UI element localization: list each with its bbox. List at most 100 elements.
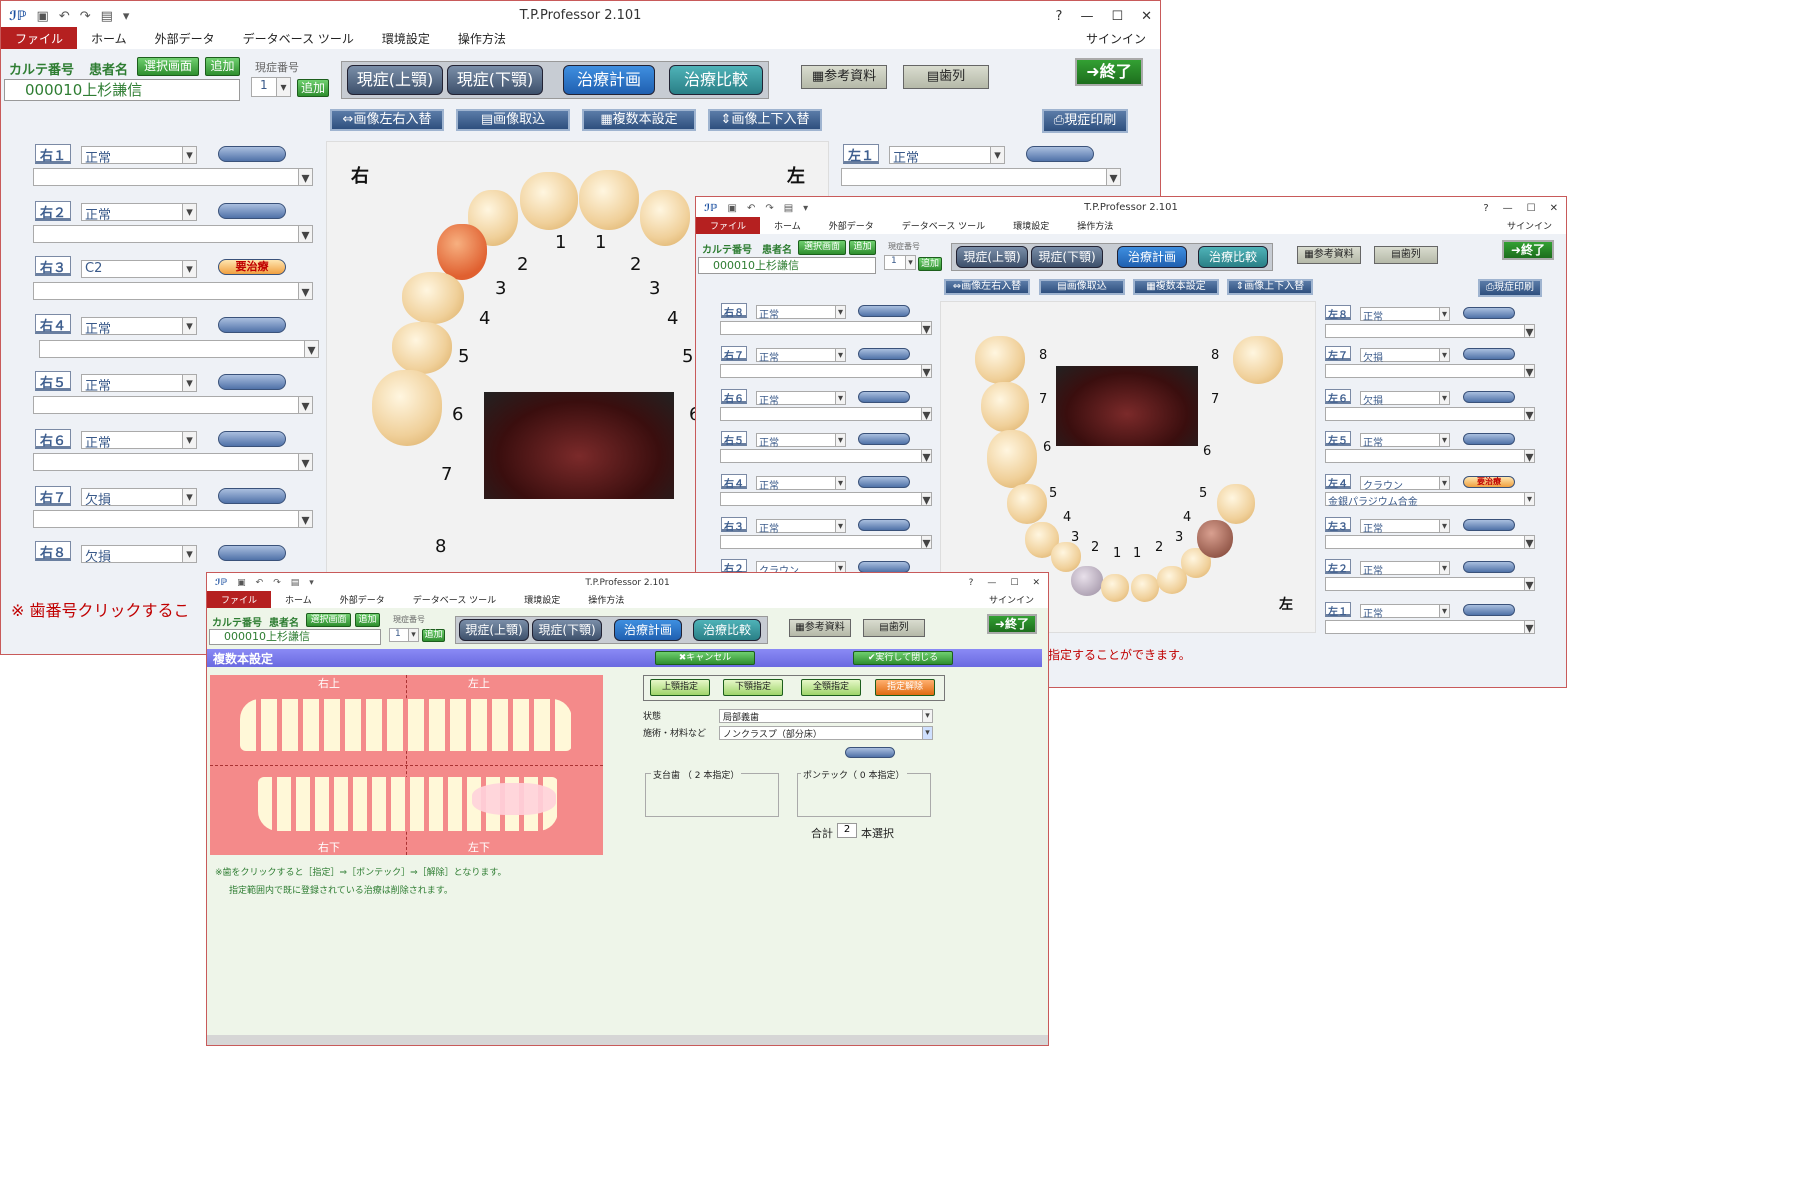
status-select[interactable]: 正常 ▾ — [81, 317, 197, 337]
tab-current-lower[interactable]: 現症(下顎) — [532, 619, 602, 641]
material-select[interactable]: ▾ — [720, 533, 932, 552]
chart-no-field[interactable]: 000010上杉謙信 — [209, 629, 381, 645]
tooth-number[interactable]: 4 — [479, 308, 490, 329]
tooth-number[interactable]: 5 — [1049, 486, 1057, 501]
material-select[interactable]: ノンクラスプ（部分床） ▾ — [719, 726, 933, 740]
tooth-number[interactable]: 4 — [1063, 510, 1071, 525]
tooth-r2b[interactable] — [640, 190, 690, 246]
status-select[interactable]: 正常 ▾ — [1360, 519, 1450, 535]
tab-current-lower[interactable]: 現症(下顎) — [1031, 246, 1103, 268]
tooth-number[interactable]: 7 — [1211, 392, 1219, 407]
tooth-r6[interactable] — [987, 430, 1037, 488]
menu-howto[interactable]: 操作方法 — [1063, 217, 1127, 234]
tooth-number[interactable]: 1 — [1113, 546, 1121, 561]
tooth-number[interactable]: 6 — [1203, 444, 1211, 459]
tooth-number[interactable]: 2 — [630, 254, 641, 275]
tooth-number[interactable]: 2 — [1091, 540, 1099, 555]
detail-button[interactable] — [1463, 604, 1515, 616]
status-select[interactable]: 正常 ▾ — [889, 146, 1005, 166]
detail-button[interactable] — [1463, 391, 1515, 403]
current-no-select[interactable]: 1 ▾ — [251, 77, 291, 97]
status-select[interactable]: 正常 ▾ — [81, 146, 197, 166]
tab-compare[interactable]: 治療比較 — [693, 619, 761, 641]
state-select[interactable]: 局部義歯 ▾ — [719, 709, 933, 723]
status-select[interactable]: 正常 ▾ — [756, 348, 846, 364]
print-button[interactable]: ⎙現症印刷 — [1042, 109, 1128, 133]
close-icon[interactable]: ✕ — [1550, 203, 1558, 214]
chart-no-field[interactable]: 000010上杉謙信 — [698, 257, 876, 274]
tooth-number[interactable]: 8 — [1039, 348, 1047, 363]
material-select[interactable]: 金銀パラジウム合金 ▾ — [1325, 492, 1535, 508]
select-screen-button[interactable]: 選択画面 — [306, 613, 351, 627]
material-select[interactable]: ▾ — [33, 282, 313, 301]
material-select[interactable]: ▾ — [33, 453, 313, 472]
menu-file[interactable]: ファイル — [207, 591, 272, 608]
swap-ud-button[interactable]: ⇕画像上下入替 — [708, 109, 822, 131]
detail-button[interactable] — [858, 391, 910, 403]
status-select[interactable]: 正常 ▾ — [81, 203, 197, 223]
tooth-r7[interactable] — [981, 382, 1029, 432]
menu-home[interactable]: ホーム — [77, 27, 141, 49]
teeth-button[interactable]: ▤歯列 — [863, 619, 925, 637]
detail-button[interactable] — [1463, 307, 1515, 319]
material-select[interactable]: ▾ — [841, 168, 1121, 187]
tab-current-upper[interactable]: 現症(上顎) — [347, 65, 443, 95]
needs-treatment-badge[interactable]: 要治療 — [1463, 476, 1515, 488]
tab-plan[interactable]: 治療計画 — [563, 65, 655, 95]
tooth-number[interactable]: 4 — [1183, 510, 1191, 525]
tooth-l5[interactable] — [1217, 484, 1255, 524]
tooth-r1[interactable] — [1101, 574, 1129, 602]
tab-current-lower[interactable]: 現症(下顎) — [447, 65, 543, 95]
tooth-number[interactable]: 3 — [495, 278, 506, 299]
detail-button[interactable] — [858, 305, 910, 317]
menu-home[interactable]: ホーム — [760, 217, 815, 234]
detail-button[interactable] — [1463, 433, 1515, 445]
upper-jaw-button[interactable]: 上顎指定 — [650, 679, 710, 696]
menu-dbtools[interactable]: データベース ツール — [888, 217, 999, 234]
status-select[interactable]: 欠損 ▾ — [1360, 391, 1450, 407]
tooth-r4[interactable] — [402, 272, 464, 324]
import-button[interactable]: ▤画像取込 — [456, 109, 570, 131]
minimize-icon[interactable]: — — [1503, 203, 1513, 214]
tooth-number[interactable]: 2 — [517, 254, 528, 275]
tooth-l8[interactable] — [1233, 336, 1283, 384]
teeth-button[interactable]: ▤歯列 — [903, 65, 989, 89]
tooth-number[interactable]: 1 — [595, 232, 606, 253]
current-no-select[interactable]: 1 ▾ — [884, 255, 916, 270]
needs-treatment-badge[interactable]: 要治療 — [218, 259, 286, 275]
help-icon[interactable]: ? — [1483, 203, 1488, 214]
help-icon[interactable]: ? — [969, 578, 974, 588]
add-button[interactable]: 追加 — [205, 57, 240, 76]
tooth-number[interactable]: 6 — [452, 404, 463, 425]
status-select[interactable]: 正常 ▾ — [81, 374, 197, 394]
tab-plan[interactable]: 治療計画 — [1117, 246, 1187, 268]
material-select[interactable]: ▾ — [720, 490, 932, 509]
tooth-number[interactable]: 1 — [1133, 546, 1141, 561]
multi-button[interactable]: ▦複数本設定 — [1133, 279, 1219, 295]
print-button[interactable]: ⎙現症印刷 — [1478, 279, 1542, 297]
material-select[interactable]: ▾ — [1325, 362, 1535, 381]
reference-button[interactable]: ▦参考資料 — [789, 619, 851, 637]
lower-jaw-button[interactable]: 下顎指定 — [723, 679, 783, 696]
material-select[interactable]: ▾ — [39, 340, 319, 359]
menu-env[interactable]: 環境設定 — [999, 217, 1063, 234]
tooth-r3[interactable] — [437, 224, 487, 280]
tooth-number[interactable]: 4 — [667, 308, 678, 329]
swap-lr-button[interactable]: ⇔画像左右入替 — [330, 109, 444, 131]
tab-current-upper[interactable]: 現症(上顎) — [459, 619, 529, 641]
menu-signin[interactable]: サインイン — [1072, 27, 1160, 49]
tooth-r1[interactable] — [579, 170, 639, 230]
material-select[interactable]: ▾ — [720, 362, 932, 381]
material-select[interactable]: ▾ — [1325, 447, 1535, 466]
tooth-number[interactable]: 5 — [458, 346, 469, 367]
status-select[interactable]: 欠損 ▾ — [81, 545, 197, 565]
cancel-button[interactable]: ✖キャンセル — [655, 651, 755, 665]
tooth-l1[interactable] — [1131, 574, 1159, 602]
tooth-number[interactable]: 3 — [1071, 530, 1079, 545]
select-screen-button[interactable]: 選択画面 — [137, 57, 199, 76]
status-select[interactable]: クラウン▾ — [1360, 476, 1450, 492]
tooth-number[interactable]: 7 — [1039, 392, 1047, 407]
detail-button[interactable] — [1463, 519, 1515, 531]
tooth-r8[interactable] — [975, 336, 1025, 384]
add-button[interactable]: 追加 — [849, 240, 876, 255]
